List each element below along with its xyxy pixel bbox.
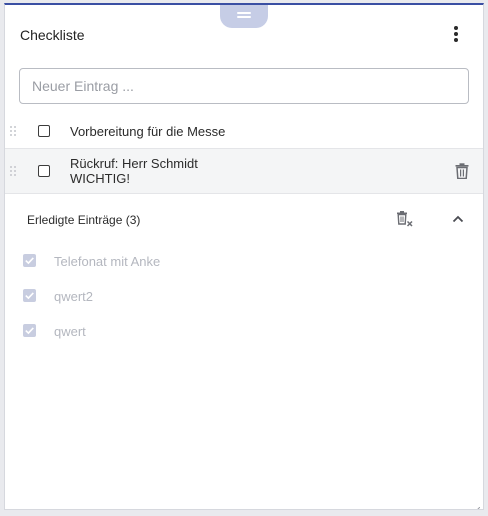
list-item: Rückruf: Herr Schmidt WICHTIG! xyxy=(5,148,483,194)
more-vertical-icon-dot xyxy=(454,32,458,36)
collapse-done-button[interactable] xyxy=(450,211,466,227)
checkmark-icon xyxy=(25,257,34,265)
item-checkbox[interactable] xyxy=(38,125,50,137)
item-label-line1: Rückruf: Herr Schmidt xyxy=(70,156,198,171)
item-checkbox[interactable] xyxy=(38,165,50,177)
done-list-item: qwert2 xyxy=(5,286,483,306)
panel-title: Checkliste xyxy=(20,27,85,43)
drag-handle-tab[interactable] xyxy=(220,5,268,28)
done-list-item: Telefonat mit Anke xyxy=(5,251,483,271)
trash-icon xyxy=(455,163,469,180)
delete-sweep-icon xyxy=(397,211,413,227)
checkmark-icon xyxy=(25,292,34,300)
done-list-item: qwert xyxy=(5,321,483,341)
item-label: Vorbereitung für die Messe xyxy=(70,124,226,139)
delete-item-button[interactable] xyxy=(455,163,469,180)
clear-done-button[interactable] xyxy=(396,210,414,228)
done-item-label: Telefonat mit Anke xyxy=(54,254,161,269)
list-item: Vorbereitung für die Messe xyxy=(5,118,483,144)
item-label: Rückruf: Herr Schmidt WICHTIG! xyxy=(70,156,198,186)
resize-handle-icon[interactable] xyxy=(474,500,481,509)
done-item-label: qwert2 xyxy=(54,289,94,304)
more-vertical-icon-dot xyxy=(454,38,458,42)
drag-grip-icon[interactable] xyxy=(10,126,16,136)
more-vertical-icon xyxy=(454,26,458,30)
checkmark-icon xyxy=(25,327,34,335)
drag-handle-line xyxy=(237,16,251,18)
done-item-label: qwert xyxy=(54,324,86,339)
drag-grip-icon[interactable] xyxy=(10,166,16,176)
drag-handle-line xyxy=(237,12,251,14)
done-item-checkbox[interactable] xyxy=(23,324,36,337)
checklist-panel: Checkliste Vorbereitung für die Messe Rü… xyxy=(4,3,484,510)
done-item-checkbox[interactable] xyxy=(23,254,36,267)
chevron-up-icon xyxy=(452,215,464,223)
new-entry-input[interactable] xyxy=(19,68,469,104)
done-item-checkbox[interactable] xyxy=(23,289,36,302)
item-label-line2: WICHTIG! xyxy=(70,171,130,186)
done-section-title: Erledigte Einträge (3) xyxy=(27,213,141,227)
more-options-button[interactable] xyxy=(445,23,467,45)
